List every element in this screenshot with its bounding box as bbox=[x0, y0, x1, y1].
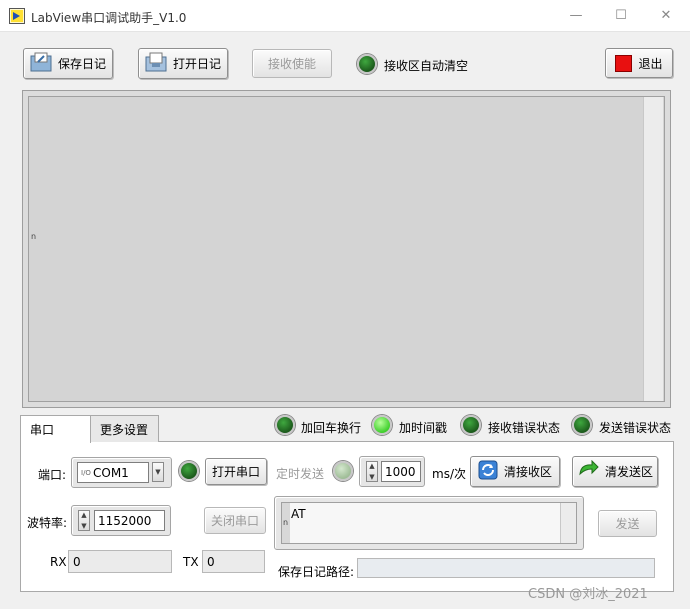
receive-error-label: 接收错误状态 bbox=[488, 421, 561, 435]
rx-label: RX bbox=[50, 555, 67, 569]
tx-label: TX bbox=[183, 555, 199, 569]
save-log-icon bbox=[30, 52, 52, 75]
clear-receive-button[interactable]: 清接收区 bbox=[470, 456, 560, 487]
timed-send-label: 定时发送 bbox=[276, 467, 325, 481]
port-io-glyph: I/O bbox=[81, 468, 91, 477]
close-port-label: 关闭串口 bbox=[210, 514, 259, 528]
receive-error-led bbox=[461, 415, 481, 435]
clear-send-label: 清发送区 bbox=[604, 465, 653, 479]
refresh-icon bbox=[478, 460, 498, 483]
tab-serial-port-label: 串口 bbox=[30, 423, 55, 437]
add-crlf-led[interactable] bbox=[275, 415, 295, 435]
auto-clear-label: 接收区自动清空 bbox=[384, 59, 469, 73]
tab-more-settings-label: 更多设置 bbox=[100, 422, 149, 437]
send-textarea[interactable] bbox=[281, 502, 577, 544]
exit-button[interactable]: 退出 bbox=[605, 48, 673, 78]
receive-enable-button[interactable]: 接收使能 bbox=[252, 49, 332, 78]
open-log-label: 打开日记 bbox=[172, 57, 221, 71]
labview-app-icon bbox=[9, 8, 25, 24]
send-row-marker: n bbox=[283, 518, 289, 527]
log-path-field[interactable] bbox=[357, 558, 655, 578]
add-timestamp-led[interactable] bbox=[372, 415, 392, 435]
log-path-label: 保存日记路径: bbox=[278, 565, 355, 579]
port-status-led bbox=[179, 461, 199, 481]
window-title: LabView串口调试助手_V1.0 bbox=[31, 11, 187, 25]
close-icon[interactable]: ✕ bbox=[657, 7, 675, 25]
receive-row-marker: n bbox=[31, 232, 37, 241]
timed-send-led[interactable] bbox=[333, 461, 353, 481]
receive-scrollbar[interactable] bbox=[643, 97, 663, 401]
interval-input[interactable]: 1000 bbox=[381, 461, 421, 482]
send-text: AT bbox=[291, 507, 306, 521]
green-arrow-icon bbox=[577, 459, 599, 483]
rx-counter: 0 bbox=[68, 550, 172, 573]
send-error-led bbox=[572, 415, 592, 435]
send-button-label: 发送 bbox=[615, 517, 640, 531]
tx-counter: 0 bbox=[202, 550, 265, 573]
save-log-button[interactable]: 保存日记 bbox=[23, 48, 113, 79]
port-dropdown-arrow-icon[interactable]: ▼ bbox=[152, 462, 164, 482]
send-scrollbar[interactable] bbox=[560, 503, 576, 543]
port-select[interactable]: I/O COM1 bbox=[77, 462, 149, 483]
baud-label: 波特率: bbox=[27, 516, 68, 530]
exit-label: 退出 bbox=[638, 56, 663, 71]
port-label: 端口: bbox=[38, 468, 67, 482]
baud-input[interactable]: 1152000 bbox=[94, 510, 165, 531]
open-port-button[interactable]: 打开串口 bbox=[205, 458, 267, 485]
send-error-label: 发送错误状态 bbox=[599, 421, 672, 435]
clear-send-button[interactable]: 清发送区 bbox=[572, 456, 658, 487]
open-port-label: 打开串口 bbox=[211, 465, 260, 479]
stop-icon bbox=[615, 54, 633, 72]
open-log-icon bbox=[145, 52, 167, 75]
minimize-icon[interactable]: — bbox=[567, 7, 585, 25]
close-port-button[interactable]: 关闭串口 bbox=[204, 507, 266, 534]
open-log-button[interactable]: 打开日记 bbox=[138, 48, 228, 79]
interval-stepper[interactable]: ▲ ▼ bbox=[366, 461, 378, 482]
tab-serial-port[interactable]: 串口 bbox=[20, 415, 91, 443]
clear-receive-label: 清接收区 bbox=[503, 465, 552, 479]
port-value: COM1 bbox=[93, 465, 129, 480]
watermark: CSDN @刘冰_2021 bbox=[528, 587, 648, 602]
interval-unit: ms/次 bbox=[432, 467, 466, 481]
baud-stepper[interactable]: ▲ ▼ bbox=[78, 510, 90, 531]
auto-clear-led[interactable] bbox=[357, 54, 377, 74]
add-timestamp-label: 加时间戳 bbox=[399, 421, 448, 435]
save-log-label: 保存日记 bbox=[57, 57, 106, 71]
receive-textarea[interactable] bbox=[28, 96, 665, 402]
receive-enable-label: 接收使能 bbox=[267, 57, 316, 71]
send-button[interactable]: 发送 bbox=[598, 510, 657, 537]
tab-more-settings[interactable]: 更多设置 bbox=[90, 415, 159, 442]
maximize-icon[interactable]: ☐ bbox=[612, 7, 630, 25]
add-crlf-label: 加回车换行 bbox=[301, 421, 362, 435]
